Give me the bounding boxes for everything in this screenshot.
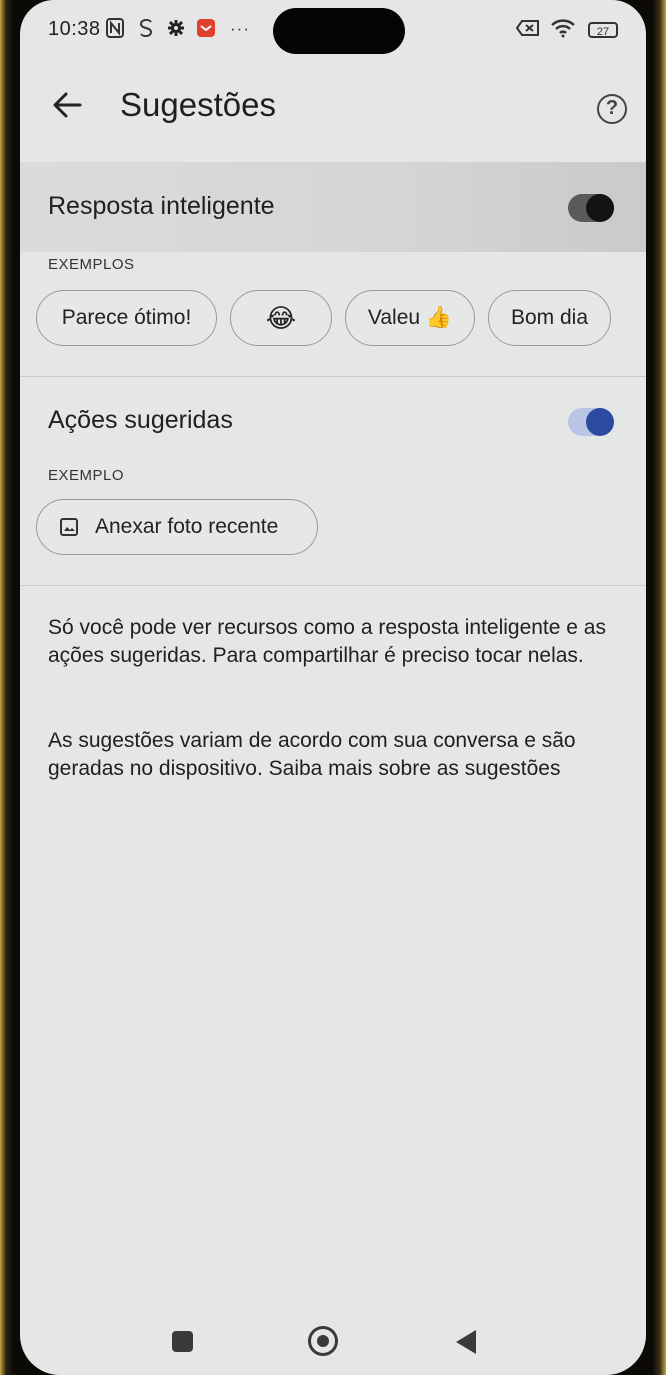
gear-icon	[166, 18, 186, 44]
suggested-actions-row[interactable]: Ações sugeridas	[20, 380, 646, 460]
examples-caption: EXEMPLOS	[48, 256, 135, 273]
info-paragraph-1: Só você pode ver recursos como a respost…	[48, 616, 606, 667]
page-title: Sugestões	[120, 86, 276, 123]
back-triangle-icon[interactable]	[456, 1330, 476, 1354]
help-circle-icon[interactable]: ?	[597, 94, 627, 124]
recents-square-icon[interactable]	[172, 1331, 193, 1352]
suggested-actions-label: Ações sugeridas	[48, 406, 233, 434]
arrow-left-icon[interactable]	[50, 88, 84, 122]
toggle-knob	[586, 194, 614, 222]
home-circle-icon[interactable]	[308, 1326, 338, 1356]
chip-attach-recent-photo[interactable]: Anexar foto recente	[36, 499, 318, 555]
divider	[20, 376, 646, 377]
camera-notch	[273, 8, 405, 54]
nfc-icon	[106, 18, 124, 44]
divider	[20, 585, 646, 586]
smart-reply-row[interactable]: Resposta inteligente	[20, 162, 646, 252]
screen: 10:38 ··· 27 Sugestões ? Resposta inteli…	[20, 0, 646, 1375]
smart-reply-toggle[interactable]	[568, 194, 614, 222]
battery-icon: 27	[588, 22, 618, 38]
suggested-actions-toggle[interactable]	[568, 408, 614, 436]
system-nav-bar	[20, 1310, 646, 1375]
chip-label: Anexar foto recente	[95, 515, 279, 538]
chip-laughing-emoji[interactable]: 😂	[230, 290, 332, 346]
app-notification-icon	[196, 18, 216, 44]
chip-bom-dia[interactable]: Bom dia	[488, 290, 611, 346]
wifi-icon	[550, 18, 576, 44]
smart-reply-label: Resposta inteligente	[48, 192, 275, 220]
toggle-knob	[586, 408, 614, 436]
image-icon	[59, 517, 79, 537]
status-time: 10:38	[48, 18, 101, 40]
s-app-icon	[138, 18, 154, 44]
chip-parece-otimo[interactable]: Parece ótimo!	[36, 290, 217, 346]
more-icon: ···	[230, 19, 250, 38]
chip-valeu[interactable]: Valeu 👍	[345, 290, 475, 346]
info-paragraph-2[interactable]: As sugestões variam de acordo com sua co…	[48, 727, 628, 783]
example-caption: EXEMPLO	[48, 467, 125, 484]
app-bar: Sugestões ?	[20, 64, 646, 154]
sim-off-icon	[515, 18, 540, 44]
status-bar: 10:38 ··· 27	[20, 0, 646, 64]
